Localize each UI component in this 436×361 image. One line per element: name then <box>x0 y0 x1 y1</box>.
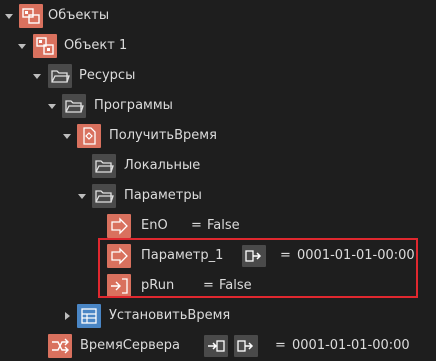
tree-node-programs[interactable]: Программы <box>0 91 436 121</box>
tree-node-objects[interactable]: Объекты <box>0 1 436 31</box>
param-value: 0001-01-01-00:00 <box>292 338 410 353</box>
equals-sign: = <box>203 278 214 293</box>
tree-node-set-time[interactable]: УстановитьВремя <box>0 301 436 331</box>
tree-node-prun[interactable]: pRun = False <box>0 271 436 301</box>
link-out-icon[interactable] <box>234 335 258 357</box>
output-arrow-icon <box>107 214 131 238</box>
tree-node-label: Объекты <box>48 8 110 23</box>
tree-node-label: УстановитьВремя <box>109 308 231 323</box>
tree-node-object1[interactable]: Объект 1 <box>0 31 436 61</box>
param-value: False <box>219 278 252 293</box>
tree-node-label: Ресурсы <box>79 68 136 83</box>
folder-open-icon <box>48 64 72 88</box>
tree-node-resources[interactable]: Ресурсы <box>0 61 436 91</box>
chevron-down-icon[interactable] <box>3 10 15 22</box>
chevron-down-icon[interactable] <box>61 130 73 142</box>
tree-node-param1[interactable]: Параметр_1 = 0001-01-01-00:00 <box>0 241 436 271</box>
folder-open-icon <box>92 154 116 178</box>
tree-node-label: Локальные <box>124 158 201 173</box>
chevron-right-icon[interactable] <box>61 310 73 322</box>
tree-node-server-time[interactable]: ВремяСервера = 0001-01-01-00:00 <box>0 331 436 361</box>
object-tree: Объекты Объект 1 Ресурсы Программы Получ… <box>0 0 436 361</box>
chevron-down-icon[interactable] <box>76 190 88 202</box>
tree-node-params[interactable]: Параметры <box>0 181 436 211</box>
tree-node-label: ВремяСервера <box>80 338 181 353</box>
output-arrow-icon <box>107 244 131 268</box>
param-name: EnO <box>141 218 168 233</box>
folder-open-icon <box>62 94 86 118</box>
param-value: 0001-01-01-00:00 <box>297 248 415 263</box>
link-out-icon[interactable] <box>242 245 266 267</box>
folder-open-icon <box>92 184 116 208</box>
tree-node-label: ПолучитьВремя <box>109 128 217 143</box>
tree-node-locals[interactable]: Локальные <box>0 151 436 181</box>
link-variable-icon <box>48 334 72 358</box>
program-icon <box>77 124 101 148</box>
equals-sign: = <box>280 248 291 263</box>
equals-sign: = <box>275 338 286 353</box>
param-name: pRun <box>141 278 175 293</box>
object-icon <box>33 34 57 58</box>
tree-node-label: Параметры <box>124 188 202 203</box>
tree-node-label: Объект 1 <box>64 38 128 53</box>
link-in-icon[interactable] <box>204 335 228 357</box>
chevron-down-icon[interactable] <box>16 40 28 52</box>
task-icon <box>77 304 101 328</box>
input-arrow-icon <box>107 274 131 298</box>
tree-node-get-time[interactable]: ПолучитьВремя <box>0 121 436 151</box>
equals-sign: = <box>191 218 202 233</box>
param-name: Параметр_1 <box>141 248 224 263</box>
tree-node-label: Программы <box>94 98 173 113</box>
param-value: False <box>207 218 240 233</box>
tree-node-eno[interactable]: EnO = False <box>0 211 436 241</box>
chevron-down-icon[interactable] <box>31 70 43 82</box>
object-group-icon <box>19 4 43 28</box>
chevron-down-icon[interactable] <box>46 100 58 112</box>
